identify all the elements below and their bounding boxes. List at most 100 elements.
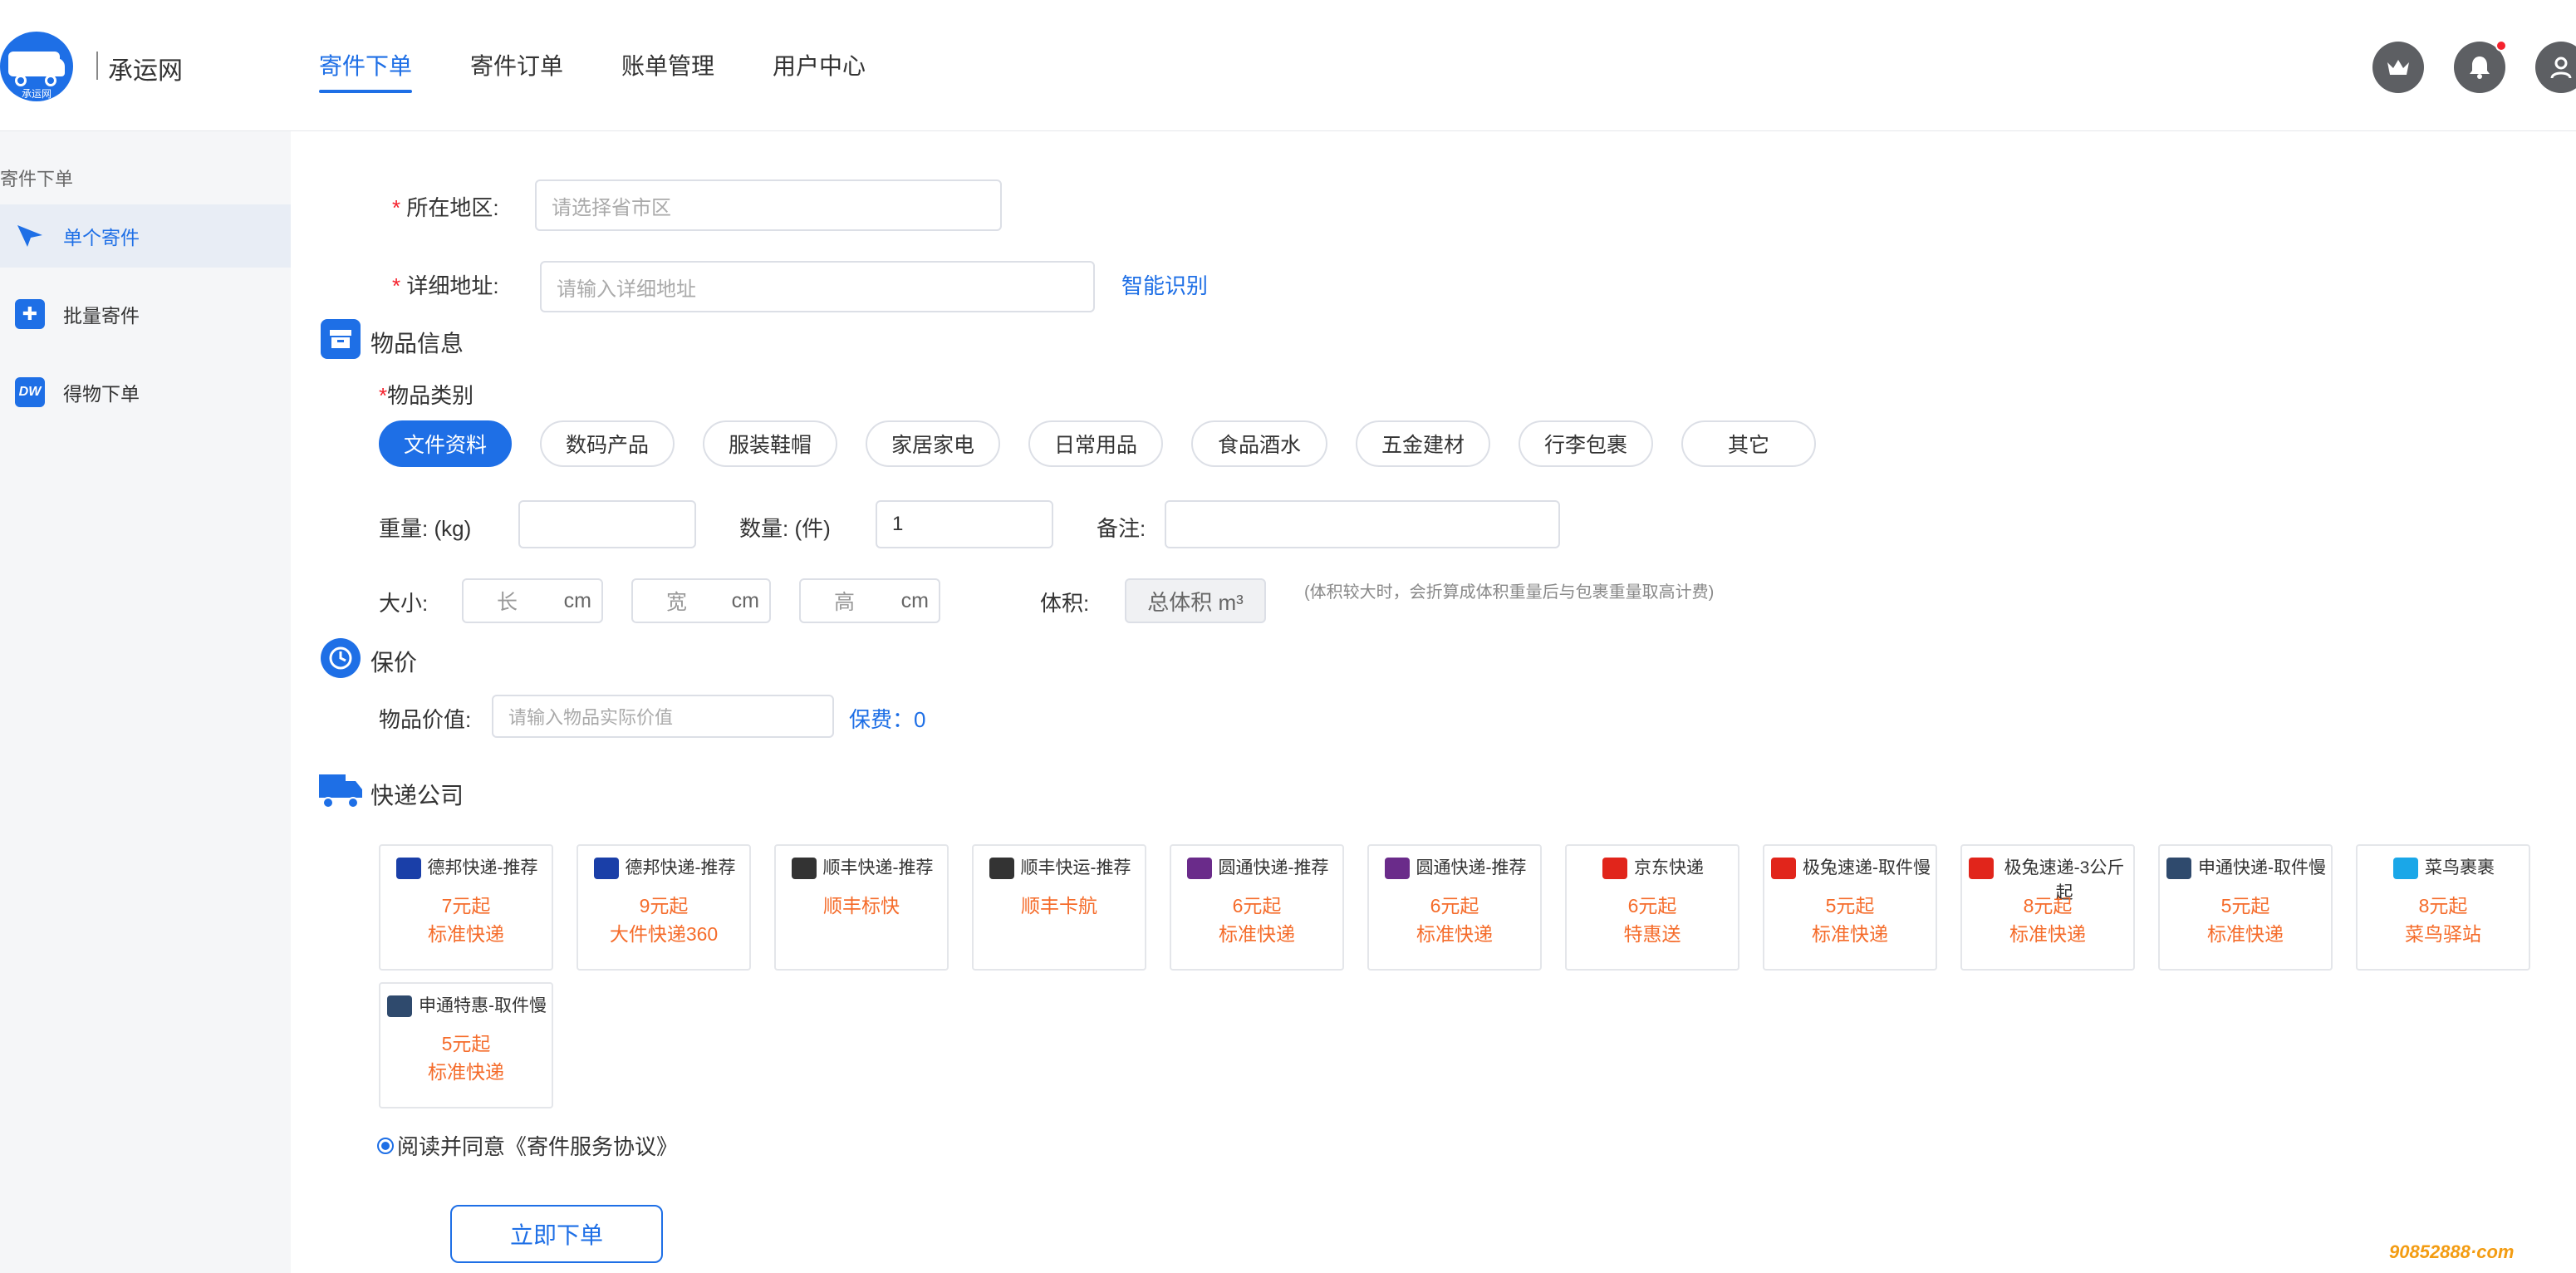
submit-order-button[interactable]: 立即下单 [450,1205,663,1263]
courier-price: 5元起 [2220,895,2270,917]
courier-name-row: 京东快递 [1573,856,1733,881]
courier-name: 申通快递-取件慢 [2198,858,2326,877]
truck-icon [319,771,364,811]
agreement-option[interactable]: 阅读并同意《寄件服务协议》 [377,1130,678,1161]
weight-label: 重量: (kg) [379,516,472,541]
remark-input[interactable] [1165,500,1560,548]
insurance-section-title: 保价 [370,650,418,676]
nav-bills[interactable]: 账单管理 [621,50,714,83]
smart-recognize-link[interactable]: 智能识别 [1121,269,1208,300]
nav-orders[interactable]: 寄件订单 [470,50,563,83]
courier-card[interactable]: 申通快递-取件慢 5元起标准快递 [2158,844,2333,971]
courier-card[interactable]: 菜鸟裹裹 8元起菜鸟驿站 [2356,844,2530,971]
quantity-input[interactable]: 1 [876,500,1053,548]
detail-address-label: * 详细地址: [392,273,499,298]
sidebar-item-label: 批量寄件 [63,305,140,327]
category-chip-home[interactable]: 家居家电 [866,420,1000,467]
batch-box-icon: ✚ [15,299,45,329]
sf-logo-icon [989,858,1014,879]
courier-service: 标准快递 [2207,923,2284,945]
volume-display: 总体积 m³ [1125,578,1266,623]
cainiao-logo-icon [2393,858,2418,879]
courier-card[interactable]: 申通特惠-取件慢 5元起 标准快递 [379,982,553,1108]
courier-price: 5元起 [441,1033,491,1054]
courier-service: 顺丰卡航 [1021,895,1097,917]
user-avatar-icon[interactable] [2535,42,2576,93]
courier-card[interactable]: 圆通快递-推荐 6元起标准快递 [1367,844,1542,971]
sidebar-item-single-send[interactable]: 单个寄件 [0,204,291,268]
sto-logo-icon [2166,858,2191,879]
courier-name: 菜鸟裹裹 [2425,858,2495,877]
courier-card[interactable]: 京东快递 6元起 特惠送 [1565,844,1739,971]
category-label: *物品类别 [379,383,474,408]
logo-divider [96,52,98,80]
courier-service: 标准快递 [1219,923,1295,945]
category-chip-daily[interactable]: 日常用品 [1028,420,1163,467]
sto-logo-icon [387,995,412,1017]
courier-name-row: 顺丰快递-推荐 [783,856,942,881]
courier-price: 7元起 [441,895,491,917]
courier-name: 申通特惠-取件慢 [419,996,547,1015]
category-chip-luggage[interactable]: 行李包裹 [1519,420,1653,467]
category-chip-food[interactable]: 食品酒水 [1191,420,1327,467]
courier-price: 6元起 [1232,895,1282,917]
main-content: * 所在地区: 请选择省市区 * 详细地址: 请输入详细地址 智能识别 物品信息… [291,131,2576,1273]
courier-card[interactable]: 极兔速递-取件慢 5元起 标准快递 [1763,844,1937,971]
sidebar-item-label: 得物下单 [63,383,140,405]
courier-card[interactable]: 顺丰快递-推荐 顺丰标快 [774,844,949,971]
courier-card[interactable]: 圆通快递-推荐 6元起 标准快递 [1170,844,1344,971]
deppon-logo-icon [593,858,619,879]
courier-card[interactable]: 极兔速递-3公斤起 8元起 标准快递 [1960,844,2135,971]
size-label: 大小: [379,591,429,616]
detail-address-input[interactable]: 请输入详细地址 [540,261,1095,312]
send-arrow-icon [15,221,45,251]
category-chip-documents[interactable]: 文件资料 [379,420,512,467]
item-value-input[interactable]: 请输入物品实际价值 [492,695,834,738]
courier-name-row: 德邦快递-推荐 [585,856,744,881]
courier-card[interactable]: 德邦快递-推荐 7元起标准快递 [379,844,553,971]
courier-name: 圆通快递-推荐 [1416,858,1527,877]
courier-service: 标准快递 [1416,923,1493,945]
courier-name-row: 圆通快递-推荐 [1376,856,1535,881]
category-chip-digital[interactable]: 数码产品 [540,420,675,467]
courier-name-row: 菜鸟裹裹 [2364,856,2524,881]
volume-label: 体积: [1040,591,1090,616]
courier-section-title: 快递公司 [370,783,464,809]
crown-icon[interactable] [2372,42,2424,93]
dw-icon: DW [15,377,45,407]
sidebar-item-batch-send[interactable]: ✚ 批量寄件 [0,283,291,346]
courier-service: 菜鸟驿站 [2405,923,2481,945]
height-input[interactable]: 高 cm [799,578,940,623]
courier-price: 8元起 [2418,895,2468,917]
width-input[interactable]: 宽 cm [631,578,771,623]
logo-icon[interactable]: 承运网 [0,32,73,101]
nav-user-center[interactable]: 用户中心 [773,50,866,83]
courier-service: 标准快递 [1812,923,1888,945]
courier-service: 大件快递360 [609,923,719,945]
region-select[interactable]: 请选择省市区 [535,179,1002,231]
courier-price: 6元起 [1430,895,1479,917]
sidebar-item-dewu-order[interactable]: DW 得物下单 [0,361,291,424]
category-chip-hardware[interactable]: 五金建材 [1356,420,1490,467]
agreement-text: 阅读并同意《寄件服务协议》 [397,1134,679,1159]
category-chip-other[interactable]: 其它 [1681,420,1816,467]
courier-card[interactable]: 德邦快递-推荐 9元起大件快递360 [577,844,751,971]
courier-price: 6元起 [1627,895,1677,917]
courier-service: 顺丰标快 [823,895,900,917]
category-chip-clothing[interactable]: 服装鞋帽 [703,420,837,467]
courier-service: 标准快递 [2009,923,2086,945]
nav-send-order[interactable]: 寄件下单 [319,50,413,93]
courier-card[interactable]: 顺丰快运-推荐 顺丰卡航 [972,844,1146,971]
volume-hint: (体积较大时，会折算成体积重量后与包裹重量取高计费) [1304,583,1715,602]
courier-price: 8元起 [2023,895,2073,917]
courier-name-row: 德邦快递-推荐 [387,856,547,881]
courier-name-row: 申通快递-取件慢 [2166,856,2326,881]
courier-service: 标准快递 [428,923,504,945]
weight-input[interactable] [518,500,696,548]
yto-logo-icon [1186,858,1212,879]
radio-checked-icon[interactable] [377,1137,394,1154]
courier-name: 极兔速递-取件慢 [1803,858,1931,877]
length-input[interactable]: 长 cm [462,578,603,623]
courier-price: 9元起 [639,895,689,917]
watermark: 90852888·com [2389,1241,2515,1262]
